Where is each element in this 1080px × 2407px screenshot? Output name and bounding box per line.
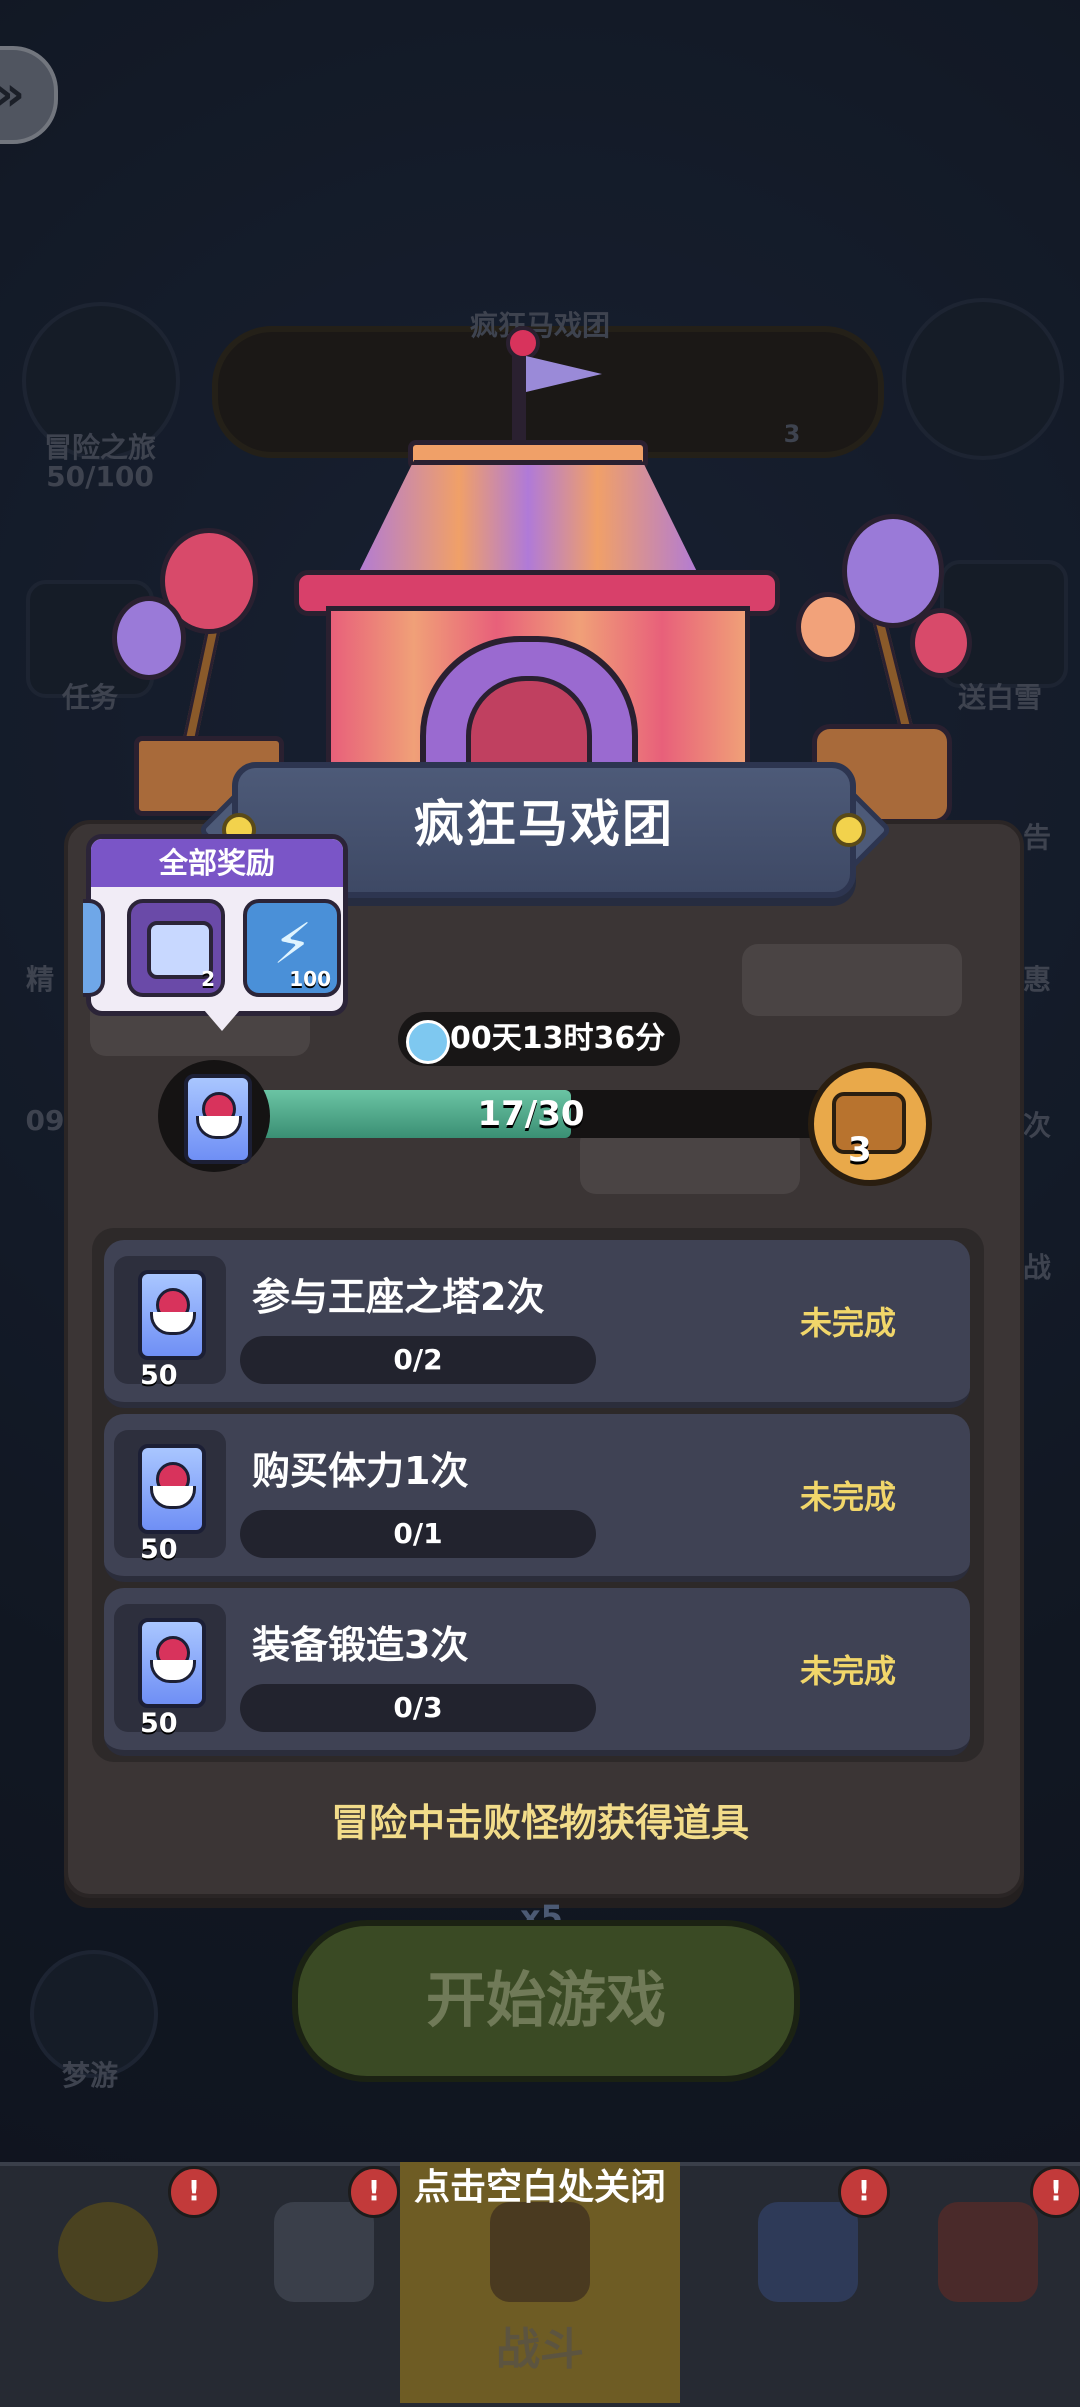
clown-card-icon xyxy=(184,1074,252,1164)
reward-slot-energy[interactable]: ⚡ 100 xyxy=(243,899,341,997)
reward-slot-partial xyxy=(83,899,105,997)
task-status: 未完成 xyxy=(800,1304,897,1342)
milestone-placeholder xyxy=(742,944,962,1016)
lightning-icon: ⚡ xyxy=(273,912,313,977)
task-reward-amount: 50 xyxy=(140,1708,178,1739)
reward-count: 2 xyxy=(201,967,215,991)
task-reward-amount: 50 xyxy=(140,1360,178,1391)
task-row[interactable]: 50 装备锻造3次 0/3 未完成 xyxy=(104,1588,970,1756)
reward-slot-chest[interactable]: 2 xyxy=(127,899,225,997)
task-status: 未完成 xyxy=(800,1652,897,1690)
all-rewards-title: 全部奖励 xyxy=(91,839,343,887)
all-rewards-popup[interactable]: 全部奖励 2 ⚡ 100 xyxy=(83,834,348,1016)
task-progress: 0/1 xyxy=(240,1510,596,1558)
title-plate-stud xyxy=(832,813,866,847)
peach-balloon-icon xyxy=(796,592,860,662)
clock-icon xyxy=(406,1020,450,1064)
helmet-icon xyxy=(274,2202,374,2302)
purple-balloon-icon xyxy=(112,596,186,680)
event-timer-text: 00天13时36分 xyxy=(450,1021,666,1056)
chest-count: 3 xyxy=(848,1130,872,1170)
sun-icon xyxy=(58,2202,158,2302)
event-progress-text: 17/30 xyxy=(477,1094,585,1134)
red-balloon-icon xyxy=(910,608,972,678)
popup-pointer xyxy=(198,1003,246,1031)
house-icon xyxy=(938,2202,1038,2302)
crossed-swords-icon xyxy=(490,2202,590,2302)
tap-to-close-hint[interactable]: 点击空白处关闭 xyxy=(0,2158,1080,2210)
clown-card-icon xyxy=(138,1618,206,1708)
task-list: 50 参与王座之塔2次 0/2 未完成 50 购买体力1次 0/1 未完成 50… xyxy=(92,1228,984,1762)
start-game-button[interactable]: 开始游戏 xyxy=(292,1920,800,2082)
task-name: 装备锻造3次 xyxy=(252,1623,469,1667)
event-timer: 00天13时36分 xyxy=(398,1012,680,1066)
task-progress: 0/2 xyxy=(240,1336,596,1384)
reward-count: 100 xyxy=(289,967,331,991)
task-progress: 0/3 xyxy=(240,1684,596,1732)
task-status: 未完成 xyxy=(800,1478,897,1516)
event-hint: 冒险中击败怪物获得道具 xyxy=(330,1801,749,1845)
clown-card-icon xyxy=(138,1444,206,1534)
task-name: 购买体力1次 xyxy=(252,1449,469,1493)
tent-flag-knob xyxy=(506,326,540,360)
nav-battle-label: 战斗 xyxy=(496,2324,584,2375)
event-progress-bar: 17/30 xyxy=(232,1090,830,1138)
task-row[interactable]: 50 购买体力1次 0/1 未完成 xyxy=(104,1414,970,1582)
tent-flag-icon xyxy=(526,356,602,392)
task-row[interactable]: 50 参与王座之塔2次 0/2 未完成 xyxy=(104,1240,970,1408)
crown-shield-icon xyxy=(758,2202,858,2302)
task-name: 参与王座之塔2次 xyxy=(252,1275,545,1319)
task-reward-amount: 50 xyxy=(140,1534,178,1565)
clown-card-icon xyxy=(138,1270,206,1360)
